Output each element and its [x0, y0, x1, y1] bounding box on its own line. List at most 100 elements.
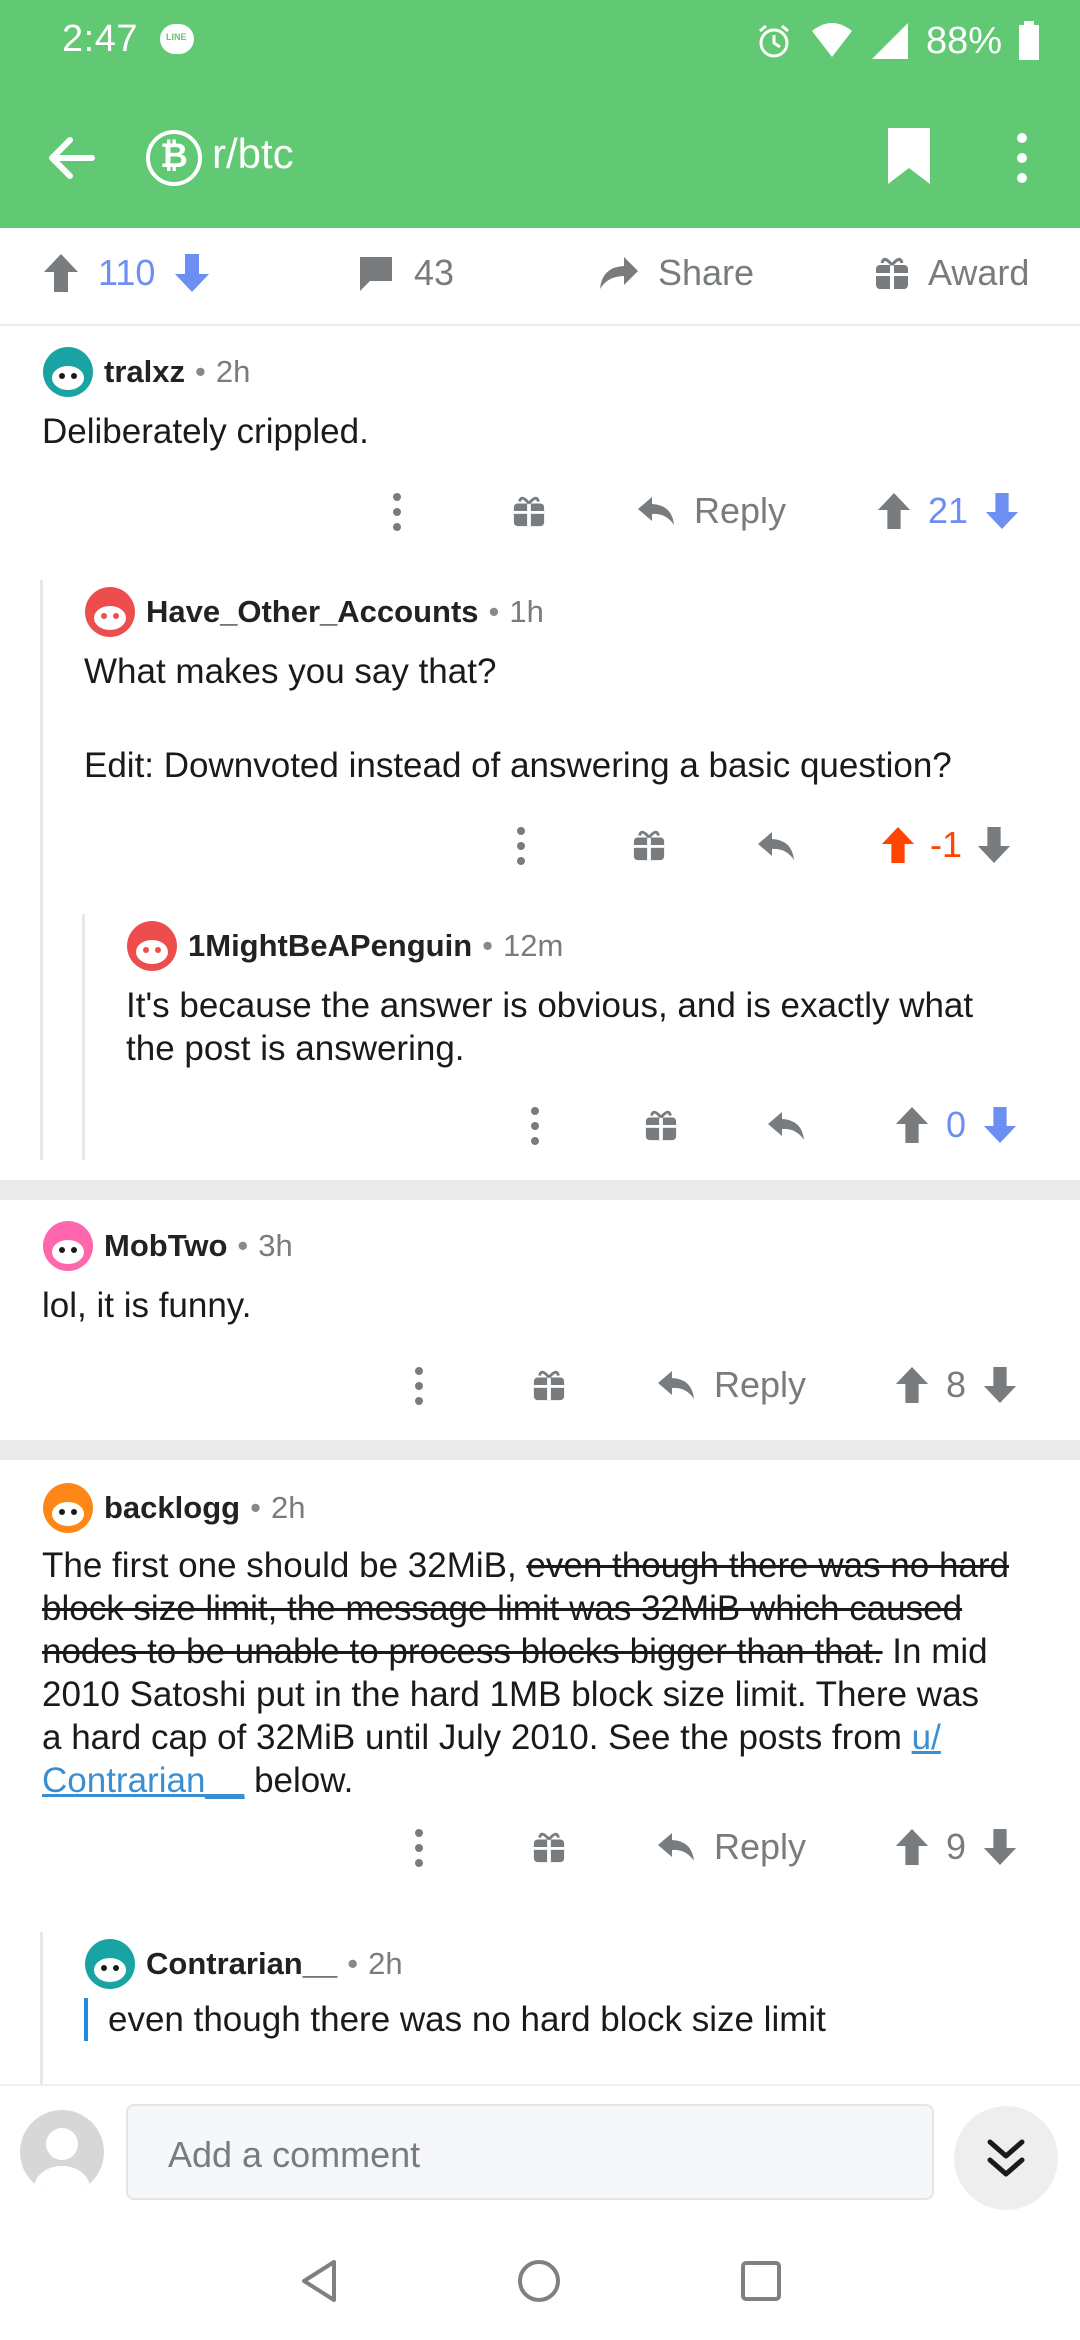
gift-icon[interactable]	[532, 1830, 566, 1864]
comment-author[interactable]: tralxz	[104, 354, 185, 390]
wifi-icon	[811, 23, 852, 57]
avatar[interactable]	[126, 920, 178, 972]
comment-author[interactable]: 1MightBeAPenguin	[188, 928, 472, 964]
comment-age: 2h	[215, 354, 251, 389]
comment-vote: -1	[880, 824, 1012, 866]
upvote-icon[interactable]	[894, 1105, 930, 1145]
upvote-icon[interactable]	[42, 252, 80, 294]
status-time: 2:47	[62, 18, 138, 60]
status-icons: 88%	[754, 16, 1040, 66]
more-options-icon[interactable]	[414, 1366, 424, 1406]
gift-icon[interactable]	[512, 494, 546, 528]
back-arrow-icon[interactable]	[42, 128, 102, 188]
separator-dot: •	[488, 594, 500, 629]
comment-age: 2h	[368, 1946, 403, 1981]
system-nav-bar	[0, 2214, 1080, 2340]
comment-header: Have_Other_Accounts • 1h	[84, 586, 544, 638]
gift-icon[interactable]	[644, 1108, 678, 1142]
comment-body-line-5: a hard cap of 32MiB until July 2010. See…	[42, 1718, 941, 1757]
more-options-icon[interactable]	[1008, 128, 1036, 188]
more-options-icon[interactable]	[516, 826, 526, 866]
comment-body-line-1: What makes you say that?	[84, 652, 497, 691]
subreddit-name[interactable]: r/btc	[212, 130, 294, 178]
status-bar: 2:47 LINE 88%	[0, 0, 1080, 80]
comment-tralxz: tralxz • 2h Deliberately crippled. Reply…	[0, 340, 1080, 540]
user-link[interactable]: Contrarian__	[42, 1761, 244, 1800]
back-icon[interactable]	[298, 2258, 340, 2304]
comment-age: 2h	[270, 1490, 306, 1525]
comment-body-line-1: It's because the answer is obvious, and …	[126, 986, 974, 1025]
comment-body-line-1: The first one should be 32MiB, even thou…	[42, 1546, 1010, 1585]
post-score: 110	[98, 252, 156, 293]
comment-body-line-2: Edit: Downvoted instead of answering a b…	[84, 746, 952, 785]
add-comment-input[interactable]: Add a comment	[126, 2104, 934, 2200]
comment-author[interactable]: backlogg	[104, 1490, 240, 1526]
award-label: Award	[928, 252, 1030, 293]
share-button[interactable]: Share	[596, 252, 754, 294]
more-options-icon[interactable]	[414, 1828, 424, 1868]
reply-icon[interactable]	[766, 1108, 806, 1144]
reply-icon[interactable]	[756, 828, 796, 864]
reply-button[interactable]: Reply	[656, 1826, 806, 1868]
strikethrough-text: block size limit, the message limit was …	[42, 1589, 963, 1628]
separator-dot: •	[250, 1490, 261, 1525]
share-icon	[600, 257, 638, 289]
subreddit-icon[interactable]: ₿	[146, 130, 202, 186]
upvote-icon[interactable]	[876, 491, 912, 531]
gift-icon[interactable]	[632, 828, 666, 862]
jump-down-button[interactable]	[954, 2106, 1058, 2210]
strikethrough-text: nodes to be unable to process blocks big…	[42, 1632, 883, 1671]
comment-1mightbeapenguin: 1MightBeAPenguin • 12m It's because the …	[0, 914, 1080, 1160]
more-options-icon[interactable]	[530, 1106, 540, 1146]
bookmark-icon[interactable]	[884, 126, 934, 186]
comment-actions: Reply 8	[408, 1356, 1048, 1416]
gift-icon[interactable]	[532, 1368, 566, 1402]
separator-dot: •	[237, 1228, 249, 1263]
comment-actions: Reply 21	[386, 482, 1046, 542]
comment-actions: Reply 9	[408, 1818, 1048, 1878]
comment-score: 21	[928, 490, 969, 531]
reply-label: Reply	[694, 490, 787, 531]
comment-author[interactable]: MobTwo	[104, 1228, 227, 1264]
comment-author[interactable]: Contrarian__	[146, 1946, 337, 1982]
downvote-icon[interactable]	[173, 252, 211, 294]
battery-icon	[1019, 21, 1039, 60]
avatar[interactable]	[84, 1938, 136, 1990]
upvote-icon[interactable]	[880, 825, 916, 865]
share-label: Share	[658, 252, 755, 293]
upvote-icon[interactable]	[894, 1365, 930, 1405]
avatar[interactable]	[42, 346, 94, 398]
avatar[interactable]	[84, 586, 136, 638]
reply-label: Reply	[714, 1826, 807, 1867]
alarm-icon	[758, 24, 789, 58]
award-button[interactable]: Award	[874, 252, 1029, 294]
downvote-icon[interactable]	[976, 825, 1012, 865]
avatar[interactable]	[42, 1482, 94, 1534]
downvote-icon[interactable]	[982, 1105, 1018, 1145]
downvote-icon[interactable]	[982, 1365, 1018, 1405]
comment-header: tralxz • 2h	[42, 346, 250, 398]
comment-composer: Add a comment	[0, 2084, 1080, 2214]
downvote-icon[interactable]	[982, 1827, 1018, 1867]
more-options-icon[interactable]	[392, 492, 402, 532]
comment-icon	[360, 257, 392, 291]
comment-age: 12m	[503, 928, 564, 963]
upvote-icon[interactable]	[894, 1827, 930, 1867]
reply-button[interactable]: Reply	[636, 490, 786, 532]
comment-actions: 0	[520, 1096, 1050, 1156]
recents-icon[interactable]	[740, 2260, 782, 2302]
home-icon[interactable]	[516, 2258, 562, 2304]
user-link[interactable]: u/	[912, 1718, 941, 1757]
user-avatar[interactable]	[20, 2110, 104, 2194]
avatar[interactable]	[42, 1220, 94, 1272]
comment-vote: 9	[894, 1826, 1018, 1868]
downvote-icon[interactable]	[984, 491, 1020, 531]
post-comment-count: 43	[414, 252, 455, 293]
comment-backlogg: backlogg • 2h The first one should be 32…	[0, 1476, 1080, 1896]
comment-actions: -1	[506, 816, 1046, 876]
thread-separator	[0, 1440, 1080, 1460]
comment-author[interactable]: Have_Other_Accounts	[146, 594, 479, 630]
post-comments-button[interactable]: 43	[356, 252, 454, 294]
reply-button[interactable]: Reply	[656, 1364, 806, 1406]
double-chevron-down-icon	[987, 2139, 1025, 2177]
